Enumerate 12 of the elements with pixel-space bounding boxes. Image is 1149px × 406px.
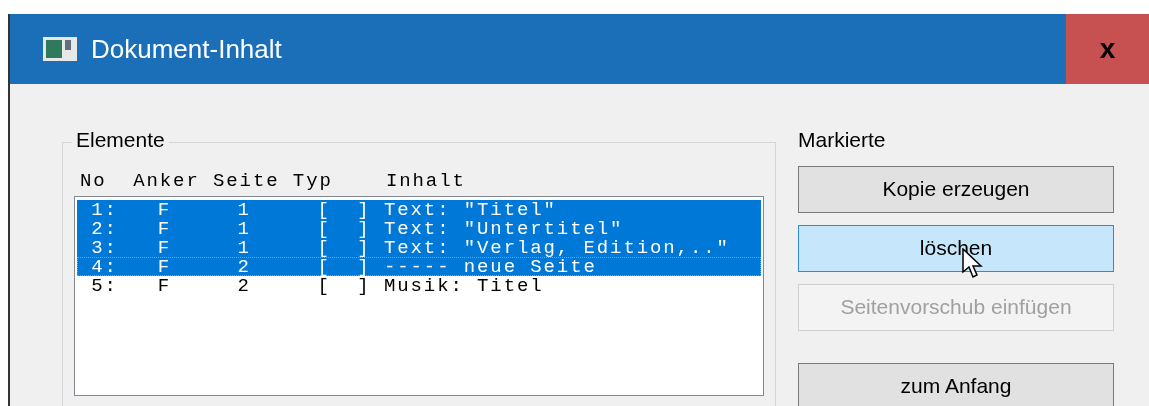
list-item[interactable]: 4: F 2 [ ] ----- neue Seite [77,257,761,276]
list-item[interactable]: 1: F 1 [ ] Text: "Titel" [77,200,761,219]
close-button[interactable]: x [1066,14,1149,84]
column-header: No Anker Seite Typ Inhalt [79,170,467,192]
group-label: Markierte [798,127,887,153]
action-button[interactable]: löschen [798,224,1114,272]
action-button[interactable]: zum Anfang [798,362,1114,406]
list-item[interactable]: 2: F 1 [ ] Text: "Untertitel" [77,219,761,238]
window-title: Dokument-Inhalt [91,32,282,66]
action-button[interactable]: Kopie erzeugen [798,165,1114,213]
window-icon [43,37,77,61]
list-item[interactable]: 3: F 1 [ ] Text: "Verlag, Edition,.." [77,238,761,257]
